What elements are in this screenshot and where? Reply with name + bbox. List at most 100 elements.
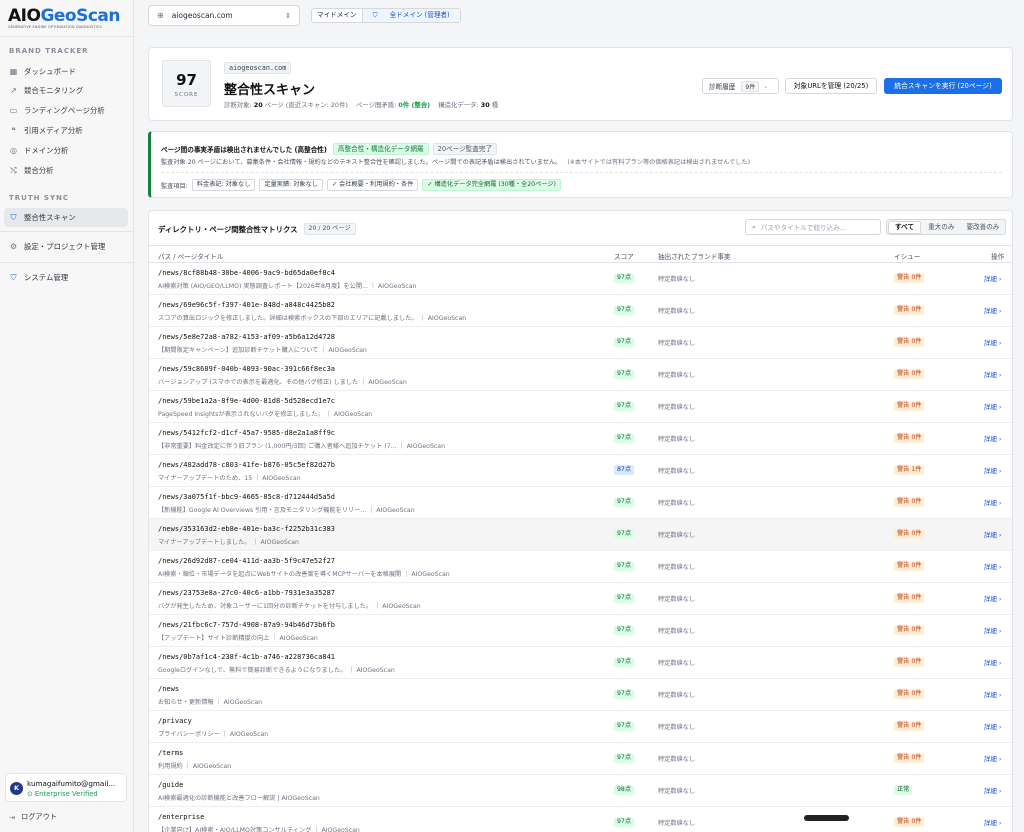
verified-icon: ⊙ [27,790,35,798]
table-row[interactable]: /guide AI検索最適化の診断機能と改善フロー解説 | AIOGeoScan 9… [149,775,1012,807]
sidebar-item-label: ダッシュボード [24,67,76,76]
logout-icon: ⇥ [9,812,16,822]
detail-link[interactable]: 詳細 › [984,786,1001,795]
sidebar-item-dashboard[interactable]: ▦ ダッシュボード [4,62,128,81]
row-facts: 特定数値なし [658,340,696,347]
detail-link[interactable]: 詳細 › [984,562,1001,571]
table-row[interactable]: /news/21fbc6c7-757d-4908-87a9-94b46d73b6… [149,615,1012,647]
issue-badge: 警告 0件 [894,305,925,315]
detail-link[interactable]: 詳細 › [984,434,1001,443]
logo-text-a: AIO [8,6,41,26]
detail-link[interactable]: 詳細 › [984,594,1001,603]
sidebar-item-citation-media[interactable]: ❝ 引用メディア分析 [4,121,128,140]
sidebar-item-competitor-monitoring[interactable]: ↗ 競合モニタリング [4,81,128,100]
detail-link[interactable]: 詳細 › [984,466,1001,475]
detail-link[interactable]: 詳細 › [984,626,1001,635]
row-path: /news/5412fcf2-d1cf-45a7-9585-d8e2a1a8ff… [158,429,336,437]
user-plan: ⊙ Enterprise Verified [27,790,98,798]
detail-link[interactable]: 詳細 › [984,690,1001,699]
consistency-alert: ページ間の事実矛盾は検出されませんでした (高整合性) 高整合性・構造化データ網… [148,131,1013,198]
table-row[interactable]: /news/0b7af1c4-238f-4c1b-a746-a228736ca8… [149,647,1012,679]
filter-tabs: すべて 重大のみ 要改善のみ [886,219,1007,235]
detail-link[interactable]: 詳細 › [984,722,1001,731]
table-row[interactable]: /news/5412fcf2-d1cf-45a7-9585-d8e2a1a8ff… [149,423,1012,455]
search-input[interactable]: ⌕ パスやタイトルで絞り込み... [745,219,881,235]
detail-link[interactable]: 詳細 › [984,306,1001,315]
domain-selector[interactable]: ⊕ aiogeoscan.com ⇕ [148,5,300,26]
sidebar-item-settings[interactable]: ⚙ 設定・プロジェクト管理 [4,237,128,256]
scrollbar[interactable] [804,815,849,821]
run-scan-button[interactable]: 統合スキャンを実行 (20ページ) [884,78,1002,94]
table-row[interactable]: /terms 利用規約 ｜ AIOGeoScan 97点 特定数値なし 警告 0件 詳細 … [149,743,1012,775]
sidebar-item-label: システム管理 [24,273,69,282]
row-path: /news/69e96c5f-f397-401e-848d-a848c4425b… [158,301,336,309]
row-title: マイナーアップデートのため、15 ｜ AIOGeoScan [158,475,301,482]
audit-items: 監査項目: 料金表記: 対象なし 定量実績: 対象なし ✓ 会社概要・利用規約・… [161,179,561,191]
table-row[interactable]: /news/69e96c5f-f397-401e-848d-a848c4425b… [149,295,1012,327]
row-path: /news/26d92d87-ce04-411d-aa3b-5f9c47e52f… [158,557,336,565]
table-row[interactable]: /news/59be1a2a-8f9e-4d00-81d8-5d528ecd1e… [149,391,1012,423]
table-row[interactable]: /privacy プライバシーポリシー ｜ AIOGeoScan 97点 特定数値なし… [149,711,1012,743]
filter-all[interactable]: すべて [888,220,922,234]
detail-link[interactable]: 詳細 › [984,530,1001,539]
row-facts: 特定数値なし [658,756,696,763]
sidebar-section-brand-tracker: BRAND TRACKER [9,47,89,55]
audit-items-label: 監査項目: [161,182,188,190]
sidebar-item-landing-page-analysis[interactable]: ▭ ランディングページ分析 [4,101,128,120]
scope-all-domains[interactable]: ⛉ 全ドメイン (管理者) [361,9,460,22]
issue-badge: 警告 0件 [894,433,925,443]
app-logo[interactable]: AIOGeoScan GENERATIVE ENGINE OPTIMIZATIO… [8,6,120,29]
filter-major[interactable]: 重大のみ [922,220,960,234]
detail-link[interactable]: 詳細 › [984,754,1001,763]
manage-urls-button[interactable]: 対象URLを管理 (20/25) [785,78,877,94]
detail-link[interactable]: 詳細 › [984,370,1001,379]
col-issue: イシュー [894,253,921,261]
detail-link[interactable]: 詳細 › [984,498,1001,507]
sidebar-item-domain-analysis[interactable]: ◎ ドメイン分析 [4,141,128,160]
user-plan-label: Enterprise Verified [34,790,98,798]
shield-icon: ⛉ [372,11,380,19]
row-path: /news/482add78-c803-41fe-b876-05c5ef82d2… [158,461,336,469]
detail-link[interactable]: 詳細 › [984,274,1001,283]
sidebar-item-competitive-analysis[interactable]: ⤭ 競合分析 [4,161,128,180]
score-badge: 97点 [614,593,635,603]
sidebar-item-consistency-scan[interactable]: ⛉ 整合性スキャン [4,208,128,227]
issue-badge: 警告 0件 [894,497,925,507]
row-facts: 特定数値なし [658,500,696,507]
table-row[interactable]: /news/59c8689f-040b-4093-90ac-391c66f8ec… [149,359,1012,391]
score-label: SCORE [174,92,199,98]
detail-link[interactable]: 詳細 › [984,338,1001,347]
col-action: 操作 [991,253,1005,261]
detail-link[interactable]: 詳細 › [984,658,1001,667]
scope-my-domain[interactable]: マイドメイン [312,9,362,22]
meta-pages: 20 [253,101,263,109]
detail-link[interactable]: 詳細 › [984,818,1001,827]
table-row[interactable]: /news/3a075f1f-bbc9-4665-85c8-d712444d5a… [149,487,1012,519]
table-row[interactable]: /enterprise 【企業向け】AI検索・AIO/LLMO対策コンサルティング… [149,807,1012,832]
table-row[interactable]: /news/23753e8a-27c0-40c6-a1bb-7931e3a352… [149,583,1012,615]
row-title: 【新機能】Google AI Overviews 引用・言及モニタリング機能をリ… [158,507,415,514]
score-badge: 97点 [614,721,635,731]
scan-meta: 診断対象: 20 ページ (直近スキャン: 20件) ページ間矛盾: 0件 (整… [224,100,498,109]
issue-badge: 警告 0件 [894,721,925,731]
logout-button[interactable]: ⇥ ログアウト [9,812,57,822]
table-row[interactable]: /news/26d92d87-ce04-411d-aa3b-5f9c47e52f… [149,551,1012,583]
score-badge: 97点 [614,753,635,763]
detail-link[interactable]: 詳細 › [984,402,1001,411]
filter-improve[interactable]: 要改善のみ [960,220,1005,234]
user-card[interactable]: K kumagaifumito@gmail... ⊙ Enterprise Ve… [5,773,127,802]
table-row[interactable]: /news/8cf88b48-30be-4006-9ac9-bd65da0ef8… [149,263,1012,295]
table-row[interactable]: /news/482add78-c803-41fe-b876-05c5ef82d2… [149,455,1012,487]
row-path: /guide [158,781,184,789]
sidebar-divider [0,262,134,263]
table-row[interactable]: /news お知らせ・更新情報 ｜ AIOGeoScan 97点 特定数値なし 警告 0… [149,679,1012,711]
sidebar-item-system[interactable]: ⛉ システム管理 [4,268,128,287]
history-dropdown[interactable]: 診断履歴 9件 ⌄ [702,78,779,94]
alert-title-text: ページ間の事実矛盾は検出されませんでした (高整合性) [161,146,327,154]
table-row[interactable]: /news/5e8e72a8-a782-4153-af09-a5b6a12d47… [149,327,1012,359]
score-badge: 97点 [614,529,635,539]
row-facts: 特定数値なし [658,436,696,443]
row-title: プライバシーポリシー ｜ AIOGeoScan [158,731,269,738]
row-title: 【企業向け】AI検索・AIO/LLMO対策コンサルティング ｜ AIOGeoSc… [158,827,360,832]
table-row[interactable]: /news/353163d2-eb8e-401e-ba3c-f2252b31c3… [149,519,1012,551]
